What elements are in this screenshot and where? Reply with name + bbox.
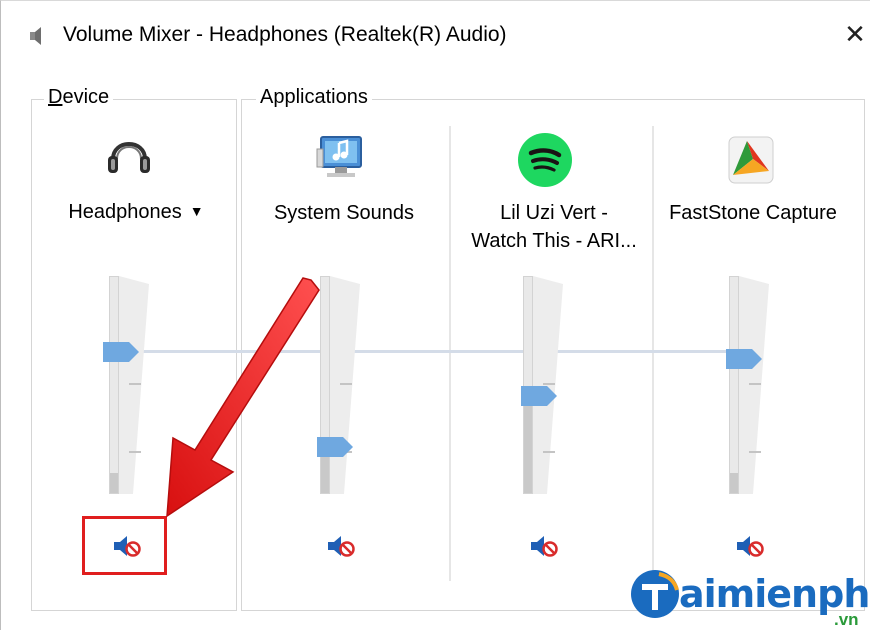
slider-tick <box>129 383 141 385</box>
app-name-system-sounds: System Sounds <box>273 202 415 224</box>
app-name-line1: Lil Uzi Vert - <box>500 202 608 224</box>
headphones-icon <box>108 142 150 173</box>
window-title: Volume Mixer - Headphones (Realtek(R) Au… <box>63 23 507 46</box>
column-divider <box>449 126 451 581</box>
device-group-label-text: Device <box>48 86 110 108</box>
slider-tick <box>543 451 555 453</box>
device-group-label: Device <box>44 86 114 109</box>
title-bar: Volume Mixer - Headphones (Realtek(R) Au… <box>1 1 870 71</box>
chevron-down-icon: ▼ <box>189 203 204 219</box>
watermark-logo: aimienphi .vn <box>629 566 870 629</box>
slider-tick <box>749 451 761 453</box>
faststone-volume-track[interactable] <box>729 276 739 494</box>
faststone-capture-icon <box>728 136 774 184</box>
faststone-volume-thumb[interactable] <box>726 349 762 369</box>
speaker-icon <box>30 27 41 45</box>
device-name: Headphones <box>68 201 182 223</box>
spotify-volume-level <box>524 398 532 493</box>
column-divider <box>652 126 654 581</box>
faststone-mute-button[interactable] <box>735 533 765 559</box>
volume-wedge <box>739 276 769 494</box>
slider-tick <box>749 383 761 385</box>
volume-wedge <box>330 276 360 494</box>
spotify-volume-thumb[interactable] <box>521 386 557 406</box>
spotify-mute-button[interactable] <box>529 533 559 559</box>
volume-wedge <box>533 276 563 494</box>
volume-mixer-window: Volume Mixer - Headphones (Realtek(R) Au… <box>0 0 870 630</box>
device-volume-track[interactable] <box>109 276 119 494</box>
slider-tick <box>543 383 555 385</box>
slider-tick <box>129 451 141 453</box>
faststone-volume-level <box>730 473 738 493</box>
spotify-volume-track[interactable] <box>523 276 533 494</box>
watermark-t-icon <box>631 570 679 618</box>
close-button[interactable]: ✕ <box>839 17 870 51</box>
app-name-line2: Watch This - ARI... <box>471 230 637 252</box>
applications-group-label: Applications <box>256 86 372 109</box>
watermark-suffix: .vn <box>834 610 859 629</box>
app-name-spotify-track: Lil Uzi Vert - Watch This - ARI... <box>456 199 652 255</box>
annotation-arrow-icon <box>166 277 320 518</box>
system-sounds-mute-button[interactable] <box>326 533 356 559</box>
device-volume-thumb[interactable] <box>103 342 139 362</box>
device-selector[interactable]: Headphones ▼ <box>41 197 231 226</box>
app-name-faststone-capture: FastStone Capture <box>669 202 837 224</box>
slider-tick <box>340 383 352 385</box>
system-sounds-icon <box>316 136 362 177</box>
spotify-icon <box>518 133 572 187</box>
device-volume-level <box>110 473 118 493</box>
